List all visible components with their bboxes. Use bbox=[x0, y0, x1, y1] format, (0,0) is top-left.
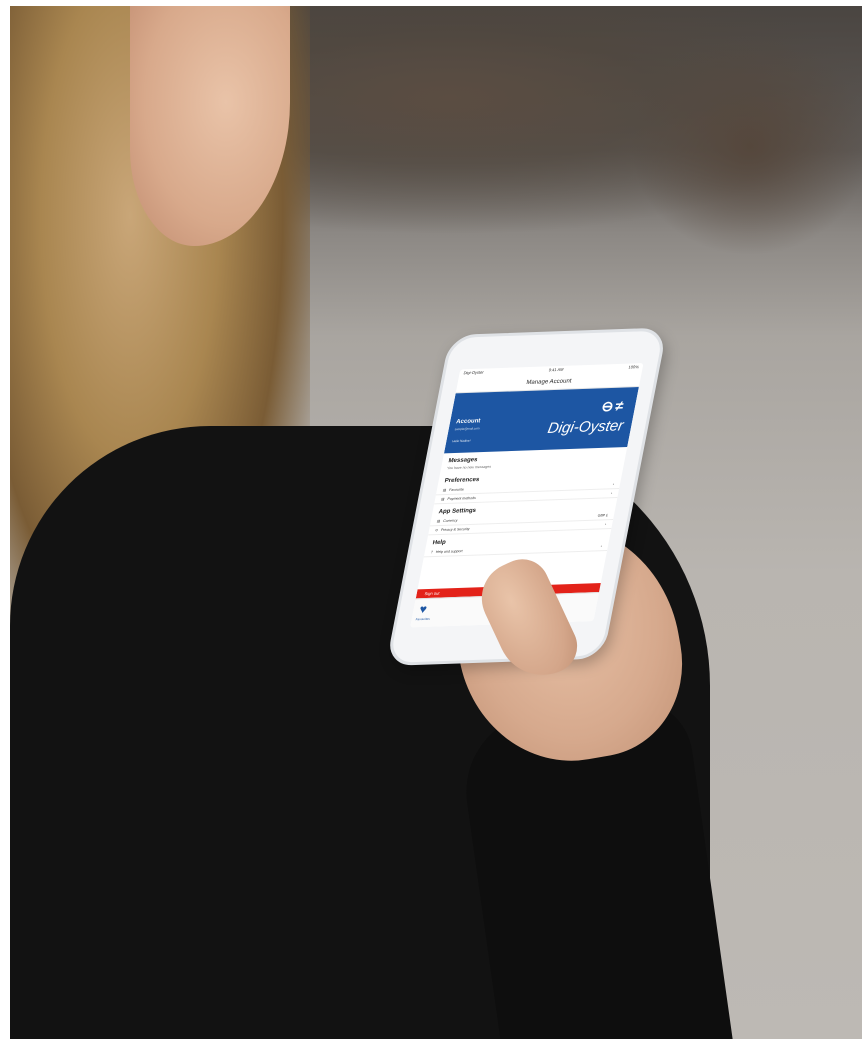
account-label: Account bbox=[455, 418, 481, 426]
status-time: 9:41 AM bbox=[548, 366, 565, 373]
payment-icon: ▤ bbox=[440, 497, 445, 502]
list-item-value: GBP £ bbox=[597, 513, 609, 518]
lock-icon: ⊙ bbox=[434, 528, 439, 533]
list-item-label: Privacy & Security bbox=[440, 526, 471, 532]
rail-logo-icon: ⊖≠ bbox=[600, 397, 627, 415]
status-battery: 100% bbox=[628, 364, 640, 370]
chevron-right-icon: › bbox=[610, 491, 613, 496]
list-item-label: Help and support bbox=[435, 549, 464, 555]
list-item-label: Favourite bbox=[448, 487, 465, 492]
chevron-right-icon: › bbox=[604, 522, 607, 527]
blurred-background-shape bbox=[630, 36, 862, 256]
account-email: sample@mail.com bbox=[454, 426, 480, 432]
tab-favourites-label: Favourites bbox=[415, 616, 431, 622]
account-banner[interactable]: ⊖≠ Account sample@mail.com Hello Nadine!… bbox=[443, 387, 639, 454]
status-carrier: Digi-Oyster bbox=[463, 369, 485, 376]
card-icon: ▤ bbox=[442, 488, 447, 493]
chevron-right-icon: › bbox=[600, 544, 603, 549]
account-greeting: Hello Nadine! bbox=[451, 438, 471, 444]
heart-icon[interactable]: ♥ bbox=[418, 602, 428, 616]
currency-icon: ▤ bbox=[436, 519, 441, 524]
list-item-label: Currency bbox=[442, 518, 458, 523]
signout-label: Sign out bbox=[424, 590, 441, 597]
list-item-label: Payment methods bbox=[447, 495, 477, 501]
brand-name: Digi-Oyster bbox=[546, 417, 625, 437]
chevron-right-icon: › bbox=[612, 482, 615, 487]
help-icon: ? bbox=[430, 550, 434, 555]
